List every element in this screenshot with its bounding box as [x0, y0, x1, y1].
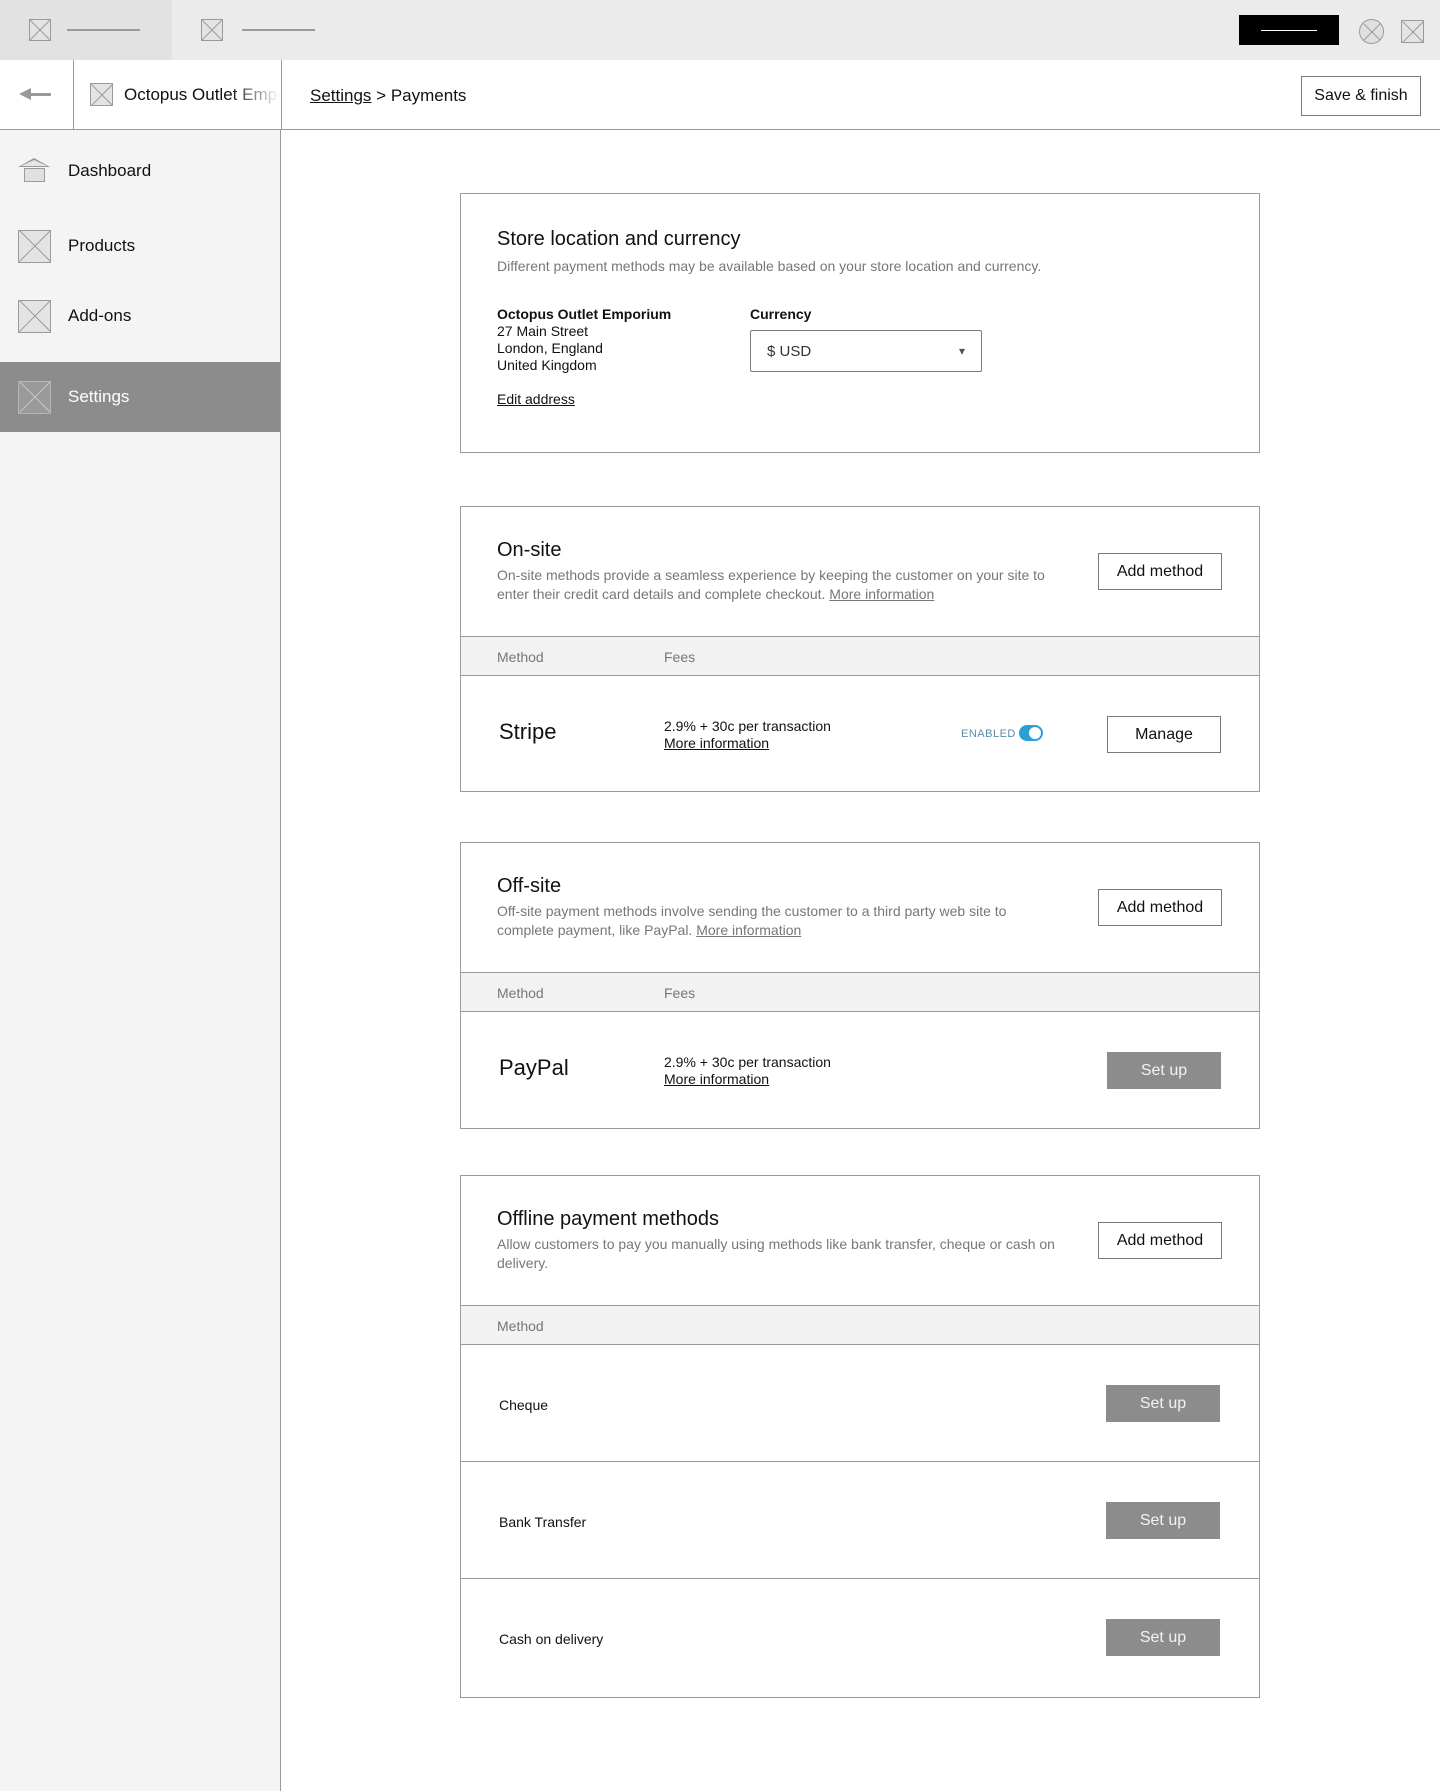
store-location-card: Store location and currency Different pa…	[460, 193, 1260, 453]
store-header: Octopus Outlet Emporium	[0, 60, 281, 130]
add-method-button[interactable]: Add method	[1098, 1222, 1222, 1259]
tab-title-placeholder	[67, 29, 140, 31]
address-name: Octopus Outlet Emporium	[497, 306, 672, 322]
sidebar-item-addons[interactable]: Add-ons	[0, 296, 280, 336]
card-description: Off-site payment methods involve sending…	[497, 903, 1007, 938]
offline-card: Offline payment methods Allow customers …	[460, 1175, 1260, 1698]
addons-icon	[18, 299, 51, 333]
column-header-fees: Fees	[664, 649, 696, 665]
add-method-button[interactable]: Add method	[1098, 889, 1222, 926]
breadcrumb-separator: >	[376, 86, 387, 105]
back-arrow-icon	[19, 88, 51, 100]
sidebar-item-dashboard[interactable]: Dashboard	[0, 152, 280, 190]
browser-top-bar	[0, 0, 1440, 60]
tab-title-placeholder	[242, 29, 315, 31]
method-fees: 2.9% + 30c per transaction More informat…	[664, 1054, 831, 1087]
status-badge: ENABLED	[961, 728, 1016, 740]
page-header: Settings > Payments Save & finish	[281, 60, 1440, 130]
more-information-link[interactable]: More information	[829, 586, 934, 602]
table-header: Method Fees	[461, 636, 1259, 676]
table-row: Bank Transfer Set up	[461, 1462, 1259, 1579]
products-icon	[18, 229, 51, 263]
close-circle-icon[interactable]	[1359, 19, 1384, 44]
method-name: Bank Transfer	[499, 1514, 587, 1530]
browser-tab-1[interactable]	[0, 0, 172, 60]
card-title: Store location and currency	[497, 228, 741, 250]
column-header-method: Method	[497, 649, 544, 665]
back-button[interactable]	[0, 60, 74, 129]
column-header-method: Method	[497, 1318, 544, 1334]
address-line: London, England	[497, 340, 603, 356]
window-close-icon[interactable]	[1401, 20, 1424, 43]
account-button[interactable]	[1239, 15, 1339, 45]
onsite-card: On-site On-site methods provide a seamle…	[460, 506, 1260, 792]
currency-value: $ USD	[767, 342, 812, 360]
card-description: Different payment methods may be availab…	[497, 258, 1042, 274]
add-method-button[interactable]: Add method	[1098, 553, 1222, 590]
currency-label: Currency	[750, 306, 812, 322]
tab-favicon-icon	[201, 19, 223, 41]
setup-button[interactable]: Set up	[1106, 1385, 1220, 1422]
sidebar-item-label: Dashboard	[68, 161, 152, 180]
breadcrumb-settings-link[interactable]: Settings	[310, 86, 371, 105]
offsite-card: Off-site Off-site payment methods involv…	[460, 842, 1260, 1129]
method-name: Cash on delivery	[499, 1631, 604, 1647]
address-line: United Kingdom	[497, 357, 597, 373]
sidebar-item-label: Products	[68, 236, 136, 255]
store-logo-icon	[90, 83, 113, 106]
method-fees: 2.9% + 30c per transaction More informat…	[664, 718, 831, 751]
card-description: On-site methods provide a seamless exper…	[497, 567, 1045, 602]
sidebar-item-settings[interactable]: Settings	[0, 362, 280, 432]
card-title: On-site	[497, 539, 562, 561]
sidebar-item-label: Settings	[68, 387, 130, 406]
method-name: PayPal	[499, 1055, 569, 1080]
enabled-toggle[interactable]	[1019, 725, 1043, 741]
address-line: 27 Main Street	[497, 323, 589, 339]
setup-button[interactable]: Set up	[1106, 1502, 1220, 1539]
manage-button[interactable]: Manage	[1107, 716, 1221, 753]
chevron-down-icon: ▾	[958, 344, 965, 358]
save-finish-button[interactable]: Save & finish	[1301, 76, 1421, 116]
currency-select[interactable]: $ USD ▾	[750, 330, 982, 372]
card-title: Offline payment methods	[497, 1208, 719, 1230]
breadcrumb-current: Payments	[390, 86, 467, 105]
card-title: Off-site	[497, 875, 562, 897]
account-button-label-placeholder	[1261, 29, 1317, 31]
sidebar-item-label: Add-ons	[68, 306, 132, 325]
tab-favicon-icon	[29, 19, 51, 41]
sidebar: Dashboard Products Add-ons Settings	[0, 130, 281, 1791]
column-header-method: Method	[497, 985, 544, 1001]
column-header-fees: Fees	[664, 985, 696, 1001]
method-name: Cheque	[499, 1397, 549, 1413]
card-description: Allow customers to pay you manually usin…	[497, 1236, 1055, 1271]
edit-address-link[interactable]: Edit address	[497, 391, 575, 407]
browser-tab-2[interactable]	[201, 0, 315, 60]
more-information-link[interactable]: More information	[696, 922, 801, 938]
home-icon	[18, 158, 51, 184]
setup-button[interactable]: Set up	[1106, 1619, 1220, 1656]
setup-button[interactable]: Set up	[1107, 1052, 1221, 1089]
sidebar-item-products[interactable]: Products	[0, 226, 280, 266]
store-switcher[interactable]: Octopus Outlet Emporium	[74, 60, 280, 129]
store-address: Octopus Outlet Emporium 27 Main Street L…	[497, 306, 671, 374]
table-row: Cash on delivery Set up	[461, 1579, 1259, 1696]
settings-icon	[18, 380, 51, 414]
more-information-link[interactable]: More information	[664, 735, 769, 751]
table-header: Method Fees	[461, 972, 1259, 1012]
table-header: Method	[461, 1305, 1259, 1345]
method-name: Stripe	[499, 719, 557, 744]
more-information-link[interactable]: More information	[664, 1071, 769, 1087]
table-row: Cheque Set up	[461, 1345, 1259, 1462]
breadcrumb: Settings > Payments	[310, 86, 466, 106]
